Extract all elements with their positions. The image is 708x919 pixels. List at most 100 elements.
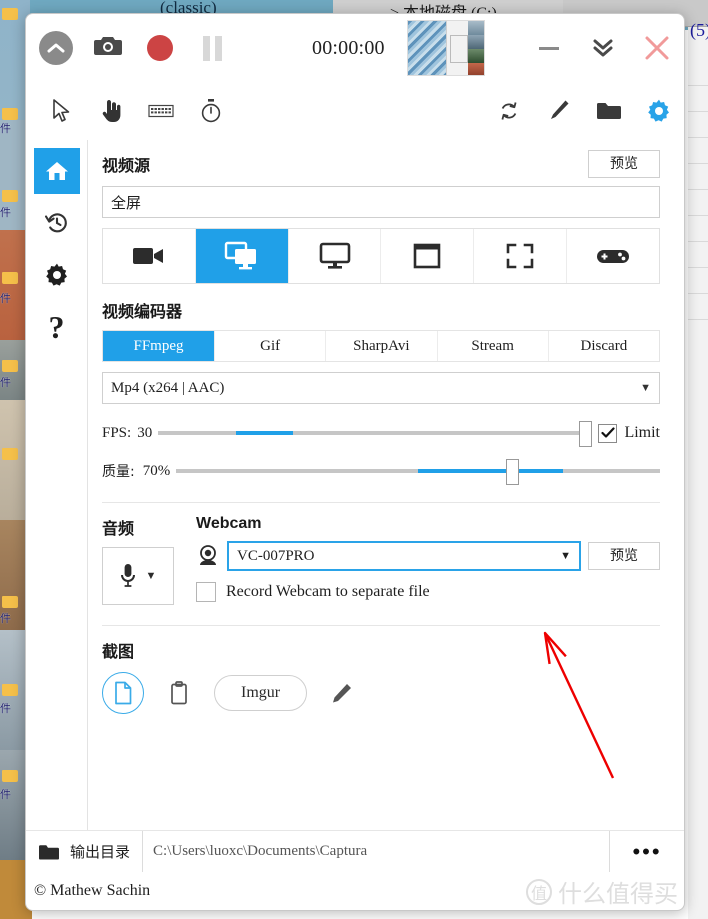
video-source-select[interactable]: 全屏: [102, 186, 660, 218]
video-source-title: 视频源: [102, 156, 151, 175]
pause-button[interactable]: [186, 18, 238, 78]
tab-ffmpeg[interactable]: FFmpeg: [103, 331, 215, 361]
audio-webcam-section: 音频 ▼ Webcam VC-007PRO ▼ 预览 Record Webcam…: [102, 515, 660, 605]
record-button[interactable]: [134, 18, 186, 78]
window-controls: [522, 18, 684, 78]
cursor-icon[interactable]: [36, 87, 86, 135]
question-icon: ?: [48, 309, 65, 345]
quality-slider-thumb[interactable]: [505, 459, 519, 485]
video-encoder-header: 视频编码器: [102, 298, 660, 322]
sidebar-item-home[interactable]: [33, 148, 80, 194]
bg-text: 件: [0, 122, 11, 135]
left-sidebar: ?: [26, 140, 88, 830]
webcam-preview-button[interactable]: 预览: [588, 542, 660, 570]
microphone-button[interactable]: ▼: [102, 547, 174, 605]
fps-slider[interactable]: [158, 418, 593, 448]
screenshot-section: 截图 Imgur: [102, 638, 660, 714]
sidebar-item-history[interactable]: [34, 200, 80, 246]
stopwatch-icon[interactable]: [186, 87, 236, 135]
record-dot-icon: [147, 35, 173, 61]
bg-text: 件: [0, 612, 11, 625]
output-directory-label-group[interactable]: 输出目录: [26, 831, 144, 872]
video-source-value: 全屏: [111, 195, 142, 212]
minimize-button[interactable]: [522, 18, 576, 78]
clipboard-icon[interactable]: [158, 672, 200, 714]
source-mode-gamepad[interactable]: [567, 229, 659, 283]
collapse-window-button[interactable]: [576, 18, 630, 78]
output-path-field[interactable]: C:\Users\luoxc\Documents\Captura: [143, 831, 610, 872]
window-body: ? 视频源 预览 全屏 视频编码器 FFmpeg Gif SharpAvi St…: [26, 140, 684, 830]
audio-title: 音频: [102, 519, 135, 538]
chevron-up-circle-icon: [39, 31, 73, 65]
microphone-icon: [120, 564, 135, 587]
chevron-down-icon: ▼: [560, 550, 571, 562]
quality-value: 70%: [142, 462, 171, 479]
sidebar-item-help[interactable]: ?: [34, 304, 80, 350]
fps-value: 30: [137, 424, 153, 441]
record-webcam-separate-label: Record Webcam to separate file: [226, 583, 430, 600]
quality-slider[interactable]: [176, 456, 660, 486]
codec-select[interactable]: Mp4 (x264 | AAC) ▼: [102, 372, 660, 404]
pause-icon: [202, 35, 222, 61]
tab-discard[interactable]: Discard: [549, 331, 659, 361]
gear-icon: [45, 263, 67, 286]
preview-thumbnail[interactable]: [406, 20, 485, 76]
home-icon: [45, 162, 68, 180]
watermark-mark: 值: [526, 878, 552, 905]
chevron-down-icon[interactable]: ▼: [146, 570, 157, 582]
checkbox-box: [196, 582, 216, 602]
fps-slider-thumb[interactable]: [579, 421, 593, 447]
save-file-icon[interactable]: [102, 672, 144, 714]
sidebar-item-settings[interactable]: [34, 252, 80, 298]
output-bar: 输出目录 C:\Users\luoxc\Documents\Captura ••…: [26, 830, 684, 872]
video-source-header: 视频源 预览: [102, 150, 660, 178]
quality-slider-row: 质量: 70%: [102, 456, 660, 486]
encoder-tabs: FFmpeg Gif SharpAvi Stream Discard: [102, 330, 660, 362]
source-mode-region[interactable]: [474, 229, 568, 283]
source-mode-window[interactable]: [381, 229, 475, 283]
fps-limit-checkbox[interactable]: Limit: [598, 423, 660, 443]
webcam-value: VC-007PRO: [237, 547, 315, 564]
screenshot-actions: Imgur: [102, 672, 660, 714]
screenshot-button[interactable]: [82, 18, 134, 78]
webcam-select[interactable]: VC-007PRO ▼: [227, 541, 581, 571]
keyboard-icon[interactable]: [136, 87, 186, 135]
codec-value: Mp4 (x264 | AAC): [111, 379, 225, 396]
bg-text: 件: [0, 292, 11, 305]
quality-slider-fill: [418, 469, 564, 473]
video-source-preview-button[interactable]: 预览: [588, 150, 660, 178]
close-button[interactable]: [630, 18, 684, 78]
fps-slider-fill: [236, 431, 293, 435]
webcam-icon: [200, 545, 216, 565]
fps-slider-row: FPS: 30 Limit: [102, 418, 660, 448]
screenshot-title: 截图: [102, 642, 135, 661]
tab-sharpavi[interactable]: SharpAvi: [326, 331, 438, 361]
source-mode-screen-duplicate[interactable]: [195, 229, 289, 283]
checkbox-box: [598, 423, 618, 443]
gear-icon[interactable]: [634, 87, 684, 135]
hand-click-icon[interactable]: [86, 87, 136, 135]
pen-icon[interactable]: [534, 87, 584, 135]
limit-label: Limit: [624, 424, 660, 441]
quality-label: 质量:: [102, 464, 135, 480]
bg-text: 件: [0, 702, 11, 715]
folder-icon[interactable]: [584, 87, 634, 135]
video-encoder-title: 视频编码器: [102, 302, 183, 321]
record-webcam-separate-checkbox[interactable]: Record Webcam to separate file: [196, 582, 660, 602]
source-mode-video-camera[interactable]: [103, 229, 196, 283]
folder-icon: [39, 844, 59, 859]
history-icon: [44, 213, 67, 233]
bg-text: 件: [0, 206, 11, 219]
webcam-title: Webcam: [196, 515, 262, 532]
webcam-column: Webcam VC-007PRO ▼ 预览 Record Webcam to s…: [196, 515, 660, 605]
imgur-upload-button[interactable]: Imgur: [214, 675, 308, 711]
refresh-icon[interactable]: [484, 87, 534, 135]
tab-gif[interactable]: Gif: [215, 331, 327, 361]
video-source-mode-row: [102, 228, 660, 284]
collapse-toggle-button[interactable]: [30, 18, 82, 78]
edit-pencil-icon[interactable]: [321, 672, 363, 714]
output-browse-button[interactable]: •••: [610, 831, 684, 872]
output-directory-label: 输出目录: [70, 843, 131, 861]
tab-stream[interactable]: Stream: [438, 331, 549, 361]
source-mode-monitor[interactable]: [289, 229, 382, 283]
